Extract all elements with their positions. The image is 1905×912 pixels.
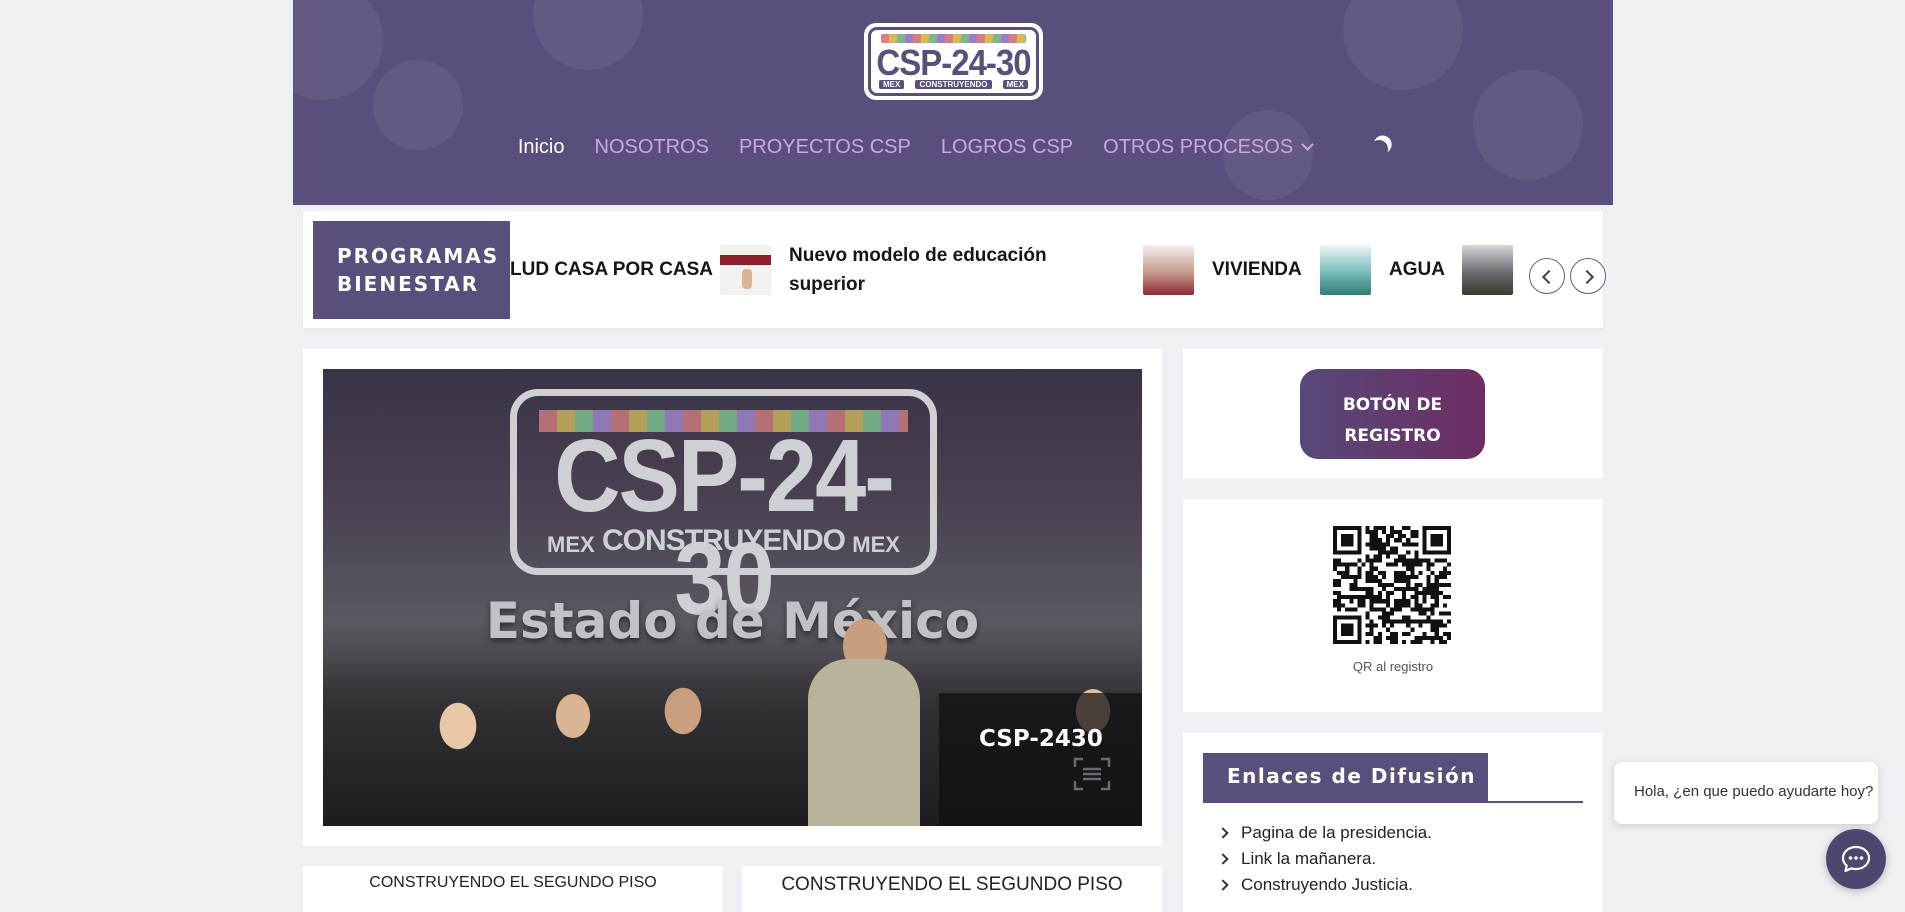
nav-logros-csp[interactable]: LOGROS CSP (941, 136, 1073, 159)
ticker-thumbnail (1143, 244, 1194, 295)
bottom-card-label: CONSTRUYENDO EL SEGUNDO PISO (781, 874, 1123, 895)
ticker-thumbnail (720, 244, 771, 295)
ticker-track: LUD CASA POR CASA Nuevo modelo de educac… (510, 211, 1515, 328)
main-nav: Inicio NOSOTROS PROYECTOS CSP LOGROS CSP… (293, 132, 1613, 162)
link-label: Construyendo Justicia. (1241, 875, 1413, 894)
ticker-item-csp[interactable] (1462, 211, 1513, 328)
ticker-label-line2: BIENESTAR (337, 272, 480, 296)
ticker-label: PROGRAMAS BIENESTAR (313, 221, 510, 319)
nav-otros-procesos[interactable]: OTROS PROCESOS (1103, 135, 1315, 159)
scan-icon[interactable] (1073, 757, 1111, 791)
ticker-thumbnail (1462, 244, 1513, 295)
register-button-line2: REGISTRO (1344, 426, 1441, 446)
nav-inicio[interactable]: Inicio (518, 136, 565, 159)
chevron-right-icon (1217, 879, 1229, 891)
link-mananera[interactable]: Link la mañanera. (1217, 846, 1432, 872)
programs-ticker: PROGRAMAS BIENESTAR LUD CASA POR CASA Nu… (303, 211, 1606, 328)
link-label: Pagina de la presidencia. (1241, 823, 1432, 842)
nav-nosotros[interactable]: NOSOTROS (595, 136, 709, 159)
site-logo[interactable]: CSP-24-30 MEX CONSTRUYENDO MEX (864, 23, 1043, 100)
chevron-down-icon (1301, 138, 1315, 151)
bottom-card-graphic: ▬▬▬▬▬ (742, 900, 1162, 912)
hero-speaker (808, 659, 920, 826)
bottom-card-label: CONSTRUYENDO EL SEGUNDO PISO (369, 874, 657, 891)
bottom-card-graphic: ▬▬▬▬▬▬ (303, 900, 723, 912)
ticker-item-agua[interactable]: AGUA (1320, 211, 1445, 328)
decorative-flower (533, 0, 643, 70)
hero-image[interactable]: CSP-24-30 MEX CONSTRUYENDO MEX Estado de… (323, 369, 1142, 826)
ticker-item-title: LUD CASA POR CASA (510, 259, 714, 280)
site-header: CSP-24-30 MEX CONSTRUYENDO MEX Inicio NO… (293, 0, 1613, 205)
hero-state-text: Estado de México (485, 592, 980, 650)
register-button-line1: BOTÓN DE (1342, 395, 1443, 415)
decorative-flower (1343, 0, 1463, 90)
qr-code-icon[interactable] (1333, 526, 1451, 644)
links-list: Pagina de la presidencia. Link la mañane… (1217, 820, 1432, 898)
ticker-thumbnail (1320, 244, 1371, 295)
hero-card: CSP-24-30 MEX CONSTRUYENDO MEX Estado de… (303, 349, 1162, 846)
bottom-card-right[interactable]: CONSTRUYENDO EL SEGUNDO PISO ▬▬▬▬▬ (742, 866, 1162, 912)
links-divider (1203, 801, 1583, 803)
decorative-flower (1473, 70, 1583, 180)
moon-icon[interactable] (1368, 137, 1391, 160)
ticker-item-title: VIVIENDA (1212, 259, 1302, 280)
logo-subtitle: CONSTRUYENDO (915, 79, 992, 89)
link-presidencia[interactable]: Pagina de la presidencia. (1217, 820, 1432, 846)
chat-greeting-bubble[interactable]: Hola, ¿en que puedo ayudarte hoy? (1614, 762, 1878, 824)
hero-sign-left-tag: MEX (547, 532, 595, 557)
ticker-prev-button[interactable] (1529, 258, 1565, 294)
chat-icon (1841, 845, 1871, 873)
link-label: Link la mañanera. (1241, 849, 1377, 868)
ticker-item-title: Nuevo modelo de educación (789, 244, 1047, 266)
links-title: Enlaces de Difusión (1203, 753, 1488, 801)
chevron-right-icon (1217, 827, 1229, 839)
hero-caption-title: CSP-2430 (979, 726, 1103, 752)
register-button[interactable]: BOTÓN DE REGISTRO (1300, 369, 1485, 459)
hero-sign: CSP-24-30 MEX CONSTRUYENDO MEX (510, 389, 937, 631)
decorative-flower (293, 0, 383, 100)
links-card: Enlaces de Difusión Pagina de la preside… (1183, 733, 1603, 912)
link-construyendo-justicia[interactable]: Construyendo Justicia. (1217, 872, 1432, 898)
bottom-card-left[interactable]: CONSTRUYENDO EL SEGUNDO PISO ▬▬▬▬▬▬ (303, 866, 723, 912)
nav-otros-procesos-label: OTROS PROCESOS (1103, 135, 1294, 158)
logo-left-tag: MEX (879, 79, 905, 89)
register-card: BOTÓN DE REGISTRO (1183, 349, 1603, 479)
ticker-item-vivienda[interactable]: VIVIENDA (1143, 211, 1302, 328)
qr-caption: QR al registro (1352, 659, 1434, 674)
ticker-item-educacion[interactable]: Nuevo modelo de educación superior (720, 211, 1047, 328)
nav-proyectos-csp[interactable]: PROYECTOS CSP (739, 136, 911, 159)
hero-sign-subtitle: CONSTRUYENDO (601, 524, 846, 557)
ticker-item-title: AGUA (1389, 259, 1445, 280)
ticker-label-line1: PROGRAMAS (337, 244, 500, 268)
chevron-right-icon (1217, 853, 1229, 865)
chat-button[interactable] (1826, 829, 1886, 889)
hero-sign-right-tag: MEX (852, 532, 900, 557)
hero-caption: CSP-2430 (939, 693, 1142, 826)
ticker-next-button[interactable] (1570, 258, 1606, 294)
ticker-item-title-line2: superior (789, 273, 866, 295)
qr-card: QR al registro (1183, 499, 1603, 712)
ticker-item-salud[interactable]: LUD CASA POR CASA (510, 211, 713, 328)
logo-right-tag: MEX (1002, 79, 1028, 89)
